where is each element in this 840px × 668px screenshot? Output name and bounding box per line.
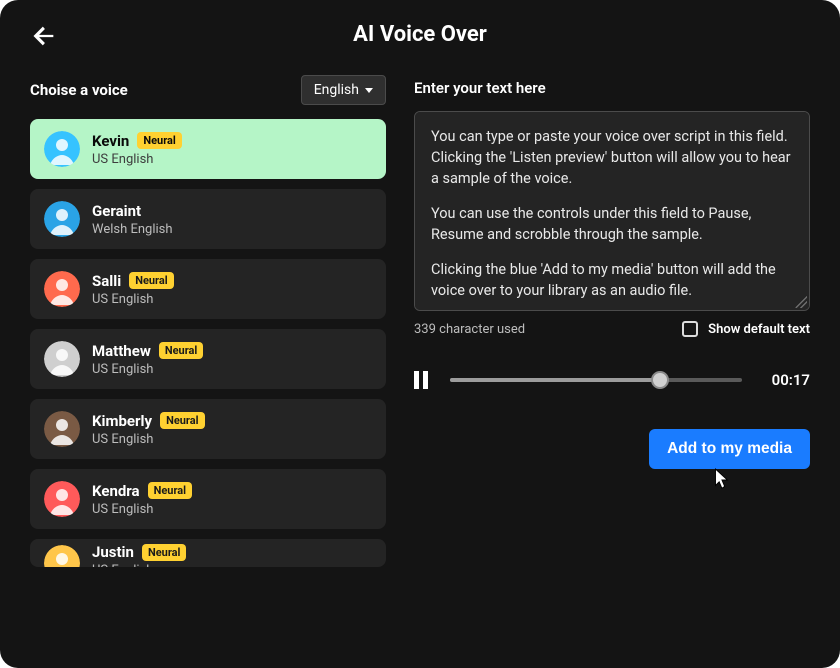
header: AI Voice Over [30,22,810,47]
voice-name: Kendra [92,482,140,500]
seek-thumb[interactable] [651,371,669,389]
script-paragraph: You can type or paste your voice over sc… [431,126,793,189]
voice-meta: Kevin Neural US English [92,132,182,167]
neural-badge: Neural [142,544,187,561]
voice-item[interactable]: Justin Neural US English [30,539,386,567]
avatar [44,341,80,377]
voice-meta: Matthew Neural US English [92,342,203,377]
script-panel: Enter your text here You can type or pas… [414,75,810,651]
voice-language: US English [92,502,192,517]
voice-list: Kevin Neural US English Geraint Welsh En… [30,119,386,567]
chevron-down-icon [365,88,373,93]
audio-player: 00:17 [414,371,810,389]
cursor-icon [710,467,732,493]
voice-name: Kevin [92,132,129,150]
show-default-text-toggle[interactable]: Show default text [682,321,810,337]
pause-icon [414,371,419,389]
voice-language: US English [92,432,205,447]
seek-slider[interactable] [450,378,742,382]
script-paragraph: You can use the controls under this fiel… [431,203,793,245]
back-button[interactable] [30,22,58,54]
voice-meta: Kimberly Neural US English [92,412,205,447]
neural-badge: Neural [159,342,204,359]
playback-time: 00:17 [760,371,810,389]
neural-badge: Neural [129,272,174,289]
resize-handle-icon [795,296,807,308]
voice-meta: Kendra Neural US English [92,482,192,517]
neural-badge: Neural [160,412,205,429]
voice-item[interactable]: Kimberly Neural US English [30,399,386,459]
voice-panel: Choise a voice English Kevin Neural US E… [30,75,386,651]
avatar [44,201,80,237]
pause-icon [423,371,428,389]
voice-name: Matthew [92,342,151,360]
voice-language: US English [92,362,203,377]
add-to-my-media-button[interactable]: Add to my media [649,429,810,469]
show-default-text-label: Show default text [708,322,810,337]
avatar [44,481,80,517]
character-count: 339 character used [414,322,525,337]
voice-item[interactable]: Kevin Neural US English [30,119,386,179]
ai-voice-over-dialog: AI Voice Over Choise a voice English Kev… [0,0,840,668]
voice-name: Justin [92,543,134,561]
neural-badge: Neural [148,482,193,499]
choose-voice-label: Choise a voice [30,81,128,99]
neural-badge: Neural [137,132,182,149]
voice-meta: Geraint Welsh English [92,202,173,237]
avatar [44,411,80,447]
arrow-left-icon [30,22,58,50]
voice-language: US English [92,292,174,307]
language-selected-value: English [314,82,359,98]
checkbox-icon [682,321,698,337]
voice-item[interactable]: Geraint Welsh English [30,189,386,249]
language-select[interactable]: English [301,75,386,105]
voice-item[interactable]: Kendra Neural US English [30,469,386,529]
voice-language: US English [92,563,186,567]
page-title: AI Voice Over [353,22,487,47]
voice-name: Salli [92,272,121,290]
pause-button[interactable] [414,371,432,389]
voice-meta: Justin Neural US English [92,543,186,567]
voice-item[interactable]: Matthew Neural US English [30,329,386,389]
voice-language: US English [92,152,182,167]
enter-text-label: Enter your text here [414,79,810,97]
voice-meta: Salli Neural US English [92,272,174,307]
voice-name: Kimberly [92,412,152,430]
script-textarea[interactable]: You can type or paste your voice over sc… [414,111,810,311]
avatar [44,271,80,307]
voice-language: Welsh English [92,222,173,237]
voice-item[interactable]: Salli Neural US English [30,259,386,319]
avatar [44,131,80,167]
seek-fill [450,378,660,382]
avatar [44,545,80,567]
script-paragraph: Clicking the blue 'Add to my media' butt… [431,259,793,301]
voice-name: Geraint [92,202,141,220]
